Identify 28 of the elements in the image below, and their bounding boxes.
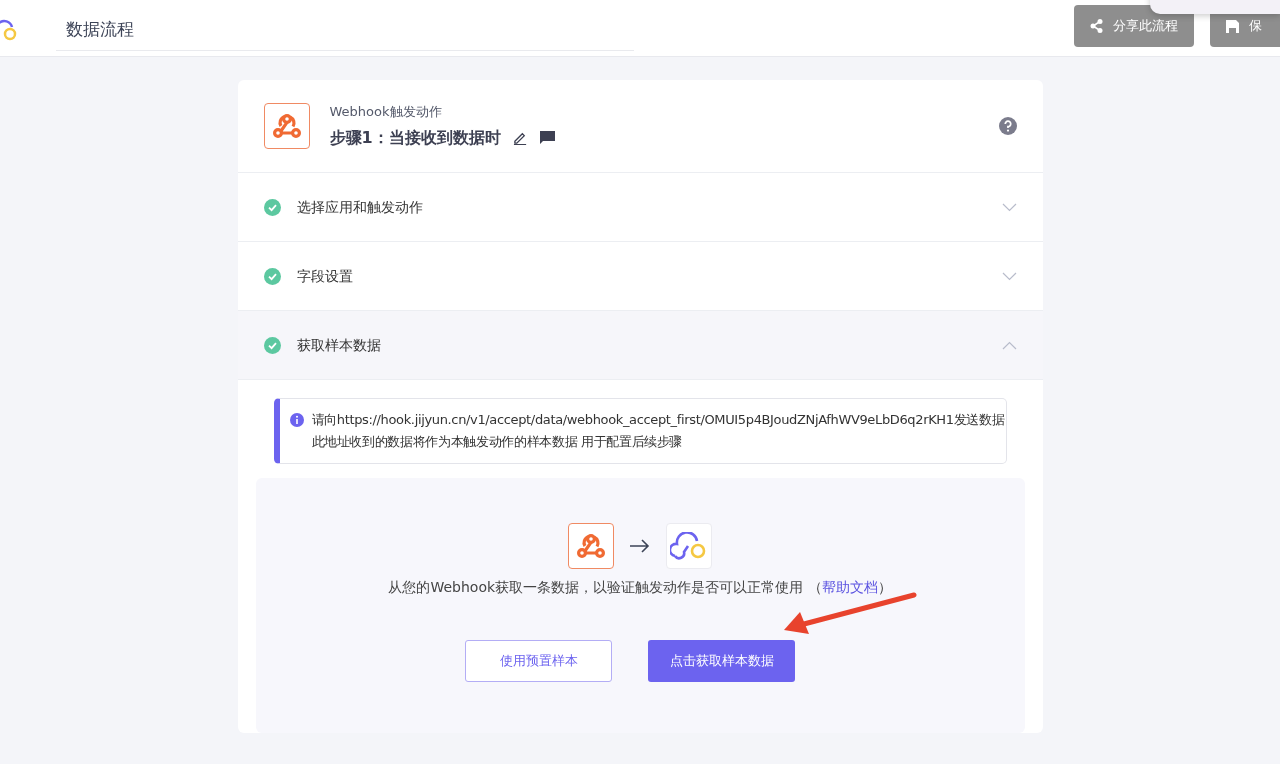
section-title: 获取样本数据 <box>296 335 381 355</box>
chevron-icon <box>1001 271 1017 281</box>
info-text: 请向https://hook.jijyun.cn/v1/accept/data/webhook_accept_first/OMUI5p4BJoudZNjAfhWV9eLbD6q2rKH1发送数据 <box>311 411 1005 429</box>
section-header[interactable]: 选择应用和触发动作 <box>237 173 1043 242</box>
section-header[interactable]: 获取样本数据 <box>237 311 1043 380</box>
info-text: 此地址收到的数据将作为本触发动作的样本数据 用于配置后续步骤 <box>311 433 684 451</box>
app-name: Webhook触发动作 <box>329 103 443 122</box>
fetch-sample-button[interactable]: 点击获取样本数据 <box>648 640 795 682</box>
chevron-icon <box>1001 340 1017 350</box>
cloud-logo-icon <box>666 523 712 569</box>
save-icon <box>1226 19 1239 33</box>
description-text: 从您的Webhook获取一条数据，以验证触发动作是否可以正常使用 （帮助文档） <box>387 578 893 597</box>
step-title: 步骤1：当接收到数据时 <box>329 126 501 149</box>
share-icon <box>1090 19 1103 33</box>
chevron-icon <box>1001 202 1017 212</box>
webhook-icon <box>263 103 310 149</box>
comment-icon[interactable] <box>539 130 555 145</box>
help-link[interactable]: 帮助文档 <box>821 579 878 595</box>
section-title: 字段设置 <box>296 266 353 286</box>
logo-icon <box>0 17 18 43</box>
flow-title[interactable]: 数据流程 <box>56 4 634 52</box>
help-icon[interactable] <box>998 117 1017 135</box>
section-title: 选择应用和触发动作 <box>296 197 423 217</box>
info-icon <box>289 413 304 427</box>
edit-icon[interactable] <box>512 130 528 146</box>
preset-sample-button[interactable]: 使用预置样本 <box>465 640 612 682</box>
arrow-icon <box>630 539 650 553</box>
webhook-icon <box>568 523 614 569</box>
